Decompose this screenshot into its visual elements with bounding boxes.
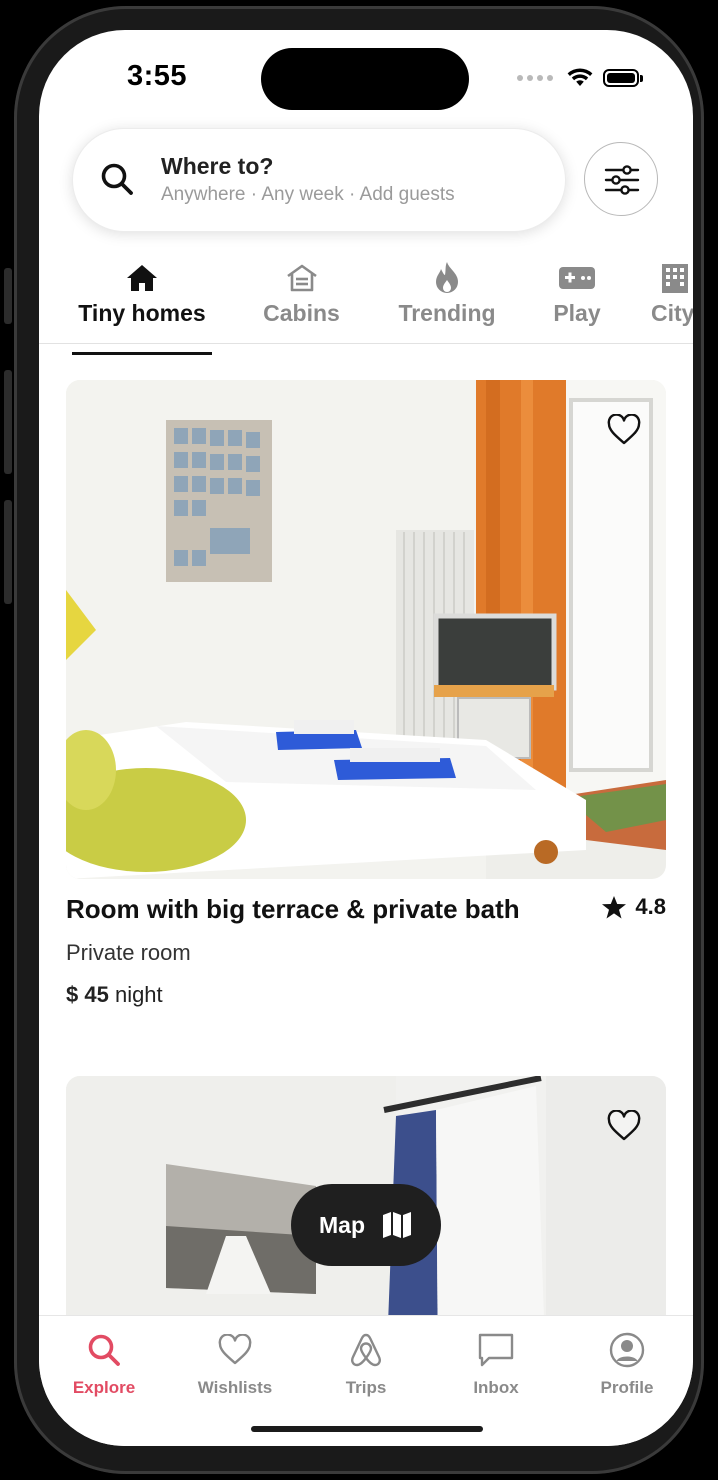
- mute-switch: [4, 268, 12, 324]
- fire-icon: [436, 262, 458, 293]
- status-indicators: [517, 68, 643, 88]
- airbnb-icon: [351, 1333, 381, 1367]
- heart-icon[interactable]: [606, 1110, 642, 1142]
- tab-wishlists[interactable]: Wishlists: [185, 1328, 285, 1398]
- tab-inbox[interactable]: Inbox: [446, 1328, 546, 1398]
- active-tab-indicator: [72, 352, 212, 355]
- volume-up-button: [4, 370, 12, 474]
- chat-icon: [478, 1333, 514, 1367]
- tab-label: Profile: [600, 1378, 654, 1397]
- category-tabs: Tiny homes Cabins Trending Play City: [39, 258, 693, 355]
- app-screen: 3:55 Where to? Anywhere · Any week · Add…: [39, 30, 693, 1446]
- listing-title[interactable]: Room with big terrace & private bath: [66, 894, 520, 925]
- wifi-icon: [567, 68, 593, 86]
- cellular-signal-icon: [517, 75, 553, 81]
- tab-label: Wishlists: [197, 1378, 273, 1397]
- category-tiny-homes[interactable]: Tiny homes: [72, 258, 212, 355]
- city-icon: [662, 264, 688, 293]
- status-time: 3:55: [127, 60, 188, 92]
- tab-profile[interactable]: Profile: [577, 1328, 677, 1398]
- status-bar: 3:55: [39, 30, 693, 130]
- rating-value: 4.8: [635, 894, 666, 919]
- price-amount: $ 45: [66, 982, 109, 1007]
- tab-label: Explore: [72, 1378, 136, 1397]
- category-label: Play: [553, 300, 601, 326]
- volume-down-button: [4, 500, 12, 604]
- map-button[interactable]: Map: [291, 1184, 441, 1266]
- category-label: Cabins: [263, 300, 340, 326]
- search-title: Where to?: [161, 153, 274, 179]
- gamepad-icon: [559, 267, 595, 289]
- profile-icon: [609, 1332, 645, 1368]
- listing-rating: 4.8: [601, 894, 666, 920]
- bedroom-photo: [66, 380, 666, 879]
- category-label: City: [651, 300, 693, 326]
- listing-photo[interactable]: [66, 380, 666, 879]
- tab-label: Trips: [345, 1378, 387, 1397]
- category-label: Trending: [398, 300, 496, 326]
- listing-room-type: Private room: [66, 940, 191, 965]
- category-trending[interactable]: Trending: [387, 258, 507, 327]
- tab-explore[interactable]: Explore: [54, 1328, 154, 1398]
- map-button-label: Map: [319, 1211, 365, 1238]
- search-icon: [88, 1334, 120, 1366]
- heart-icon[interactable]: [606, 414, 642, 446]
- map-icon: [383, 1212, 411, 1238]
- category-city[interactable]: City: [651, 258, 693, 327]
- cabin-icon: [286, 264, 317, 292]
- search-bar[interactable]: Where to? Anywhere · Any week · Add gues…: [72, 128, 566, 232]
- category-divider: [39, 343, 693, 344]
- dynamic-island: [261, 48, 469, 110]
- listing-price: $ 45 night: [66, 982, 163, 1008]
- category-play[interactable]: Play: [539, 258, 615, 327]
- battery-icon: [603, 69, 643, 87]
- filters-button[interactable]: [584, 142, 658, 216]
- home-indicator[interactable]: [251, 1426, 483, 1432]
- price-unit: night: [114, 982, 163, 1007]
- category-label: Tiny homes: [78, 300, 206, 326]
- tab-label: Inbox: [473, 1378, 519, 1397]
- heart-icon: [218, 1334, 252, 1365]
- search-subtitle: Anywhere · Any week · Add guests: [161, 184, 455, 205]
- house-icon: [127, 265, 157, 291]
- filters-icon: [604, 165, 640, 195]
- search-icon: [101, 163, 133, 195]
- category-cabins[interactable]: Cabins: [254, 258, 349, 327]
- star-icon: [602, 895, 627, 918]
- tab-trips[interactable]: Trips: [316, 1328, 416, 1398]
